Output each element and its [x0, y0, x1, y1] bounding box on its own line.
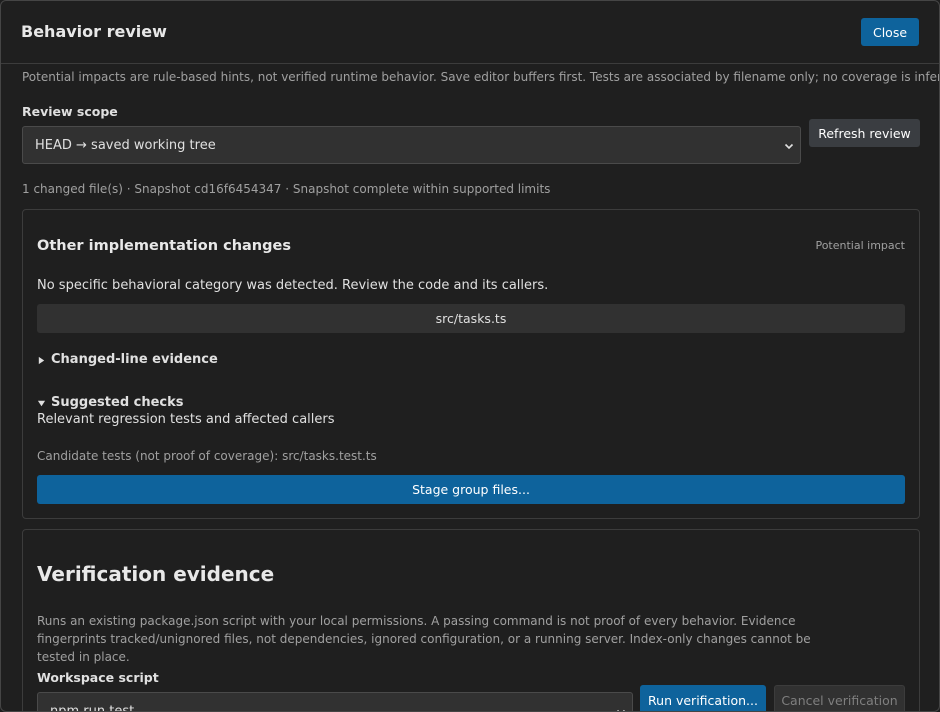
candidate-tests-text: Candidate tests (not proof of coverage):…	[37, 449, 377, 463]
refresh-review-button[interactable]: Refresh review	[809, 119, 920, 147]
snapshot-status: 1 changed file(s) · Snapshot cd16f645434…	[22, 182, 551, 196]
workspace-script-label: Workspace script	[37, 670, 159, 685]
impact-group-card: Other implementation changes Potential i…	[22, 209, 920, 519]
triangle-right-icon	[38, 356, 45, 364]
review-scope-value: HEAD → saved working tree	[35, 137, 216, 153]
close-button[interactable]: Close	[861, 18, 919, 46]
suggested-checks-text: Relevant regression tests and affected c…	[37, 412, 335, 427]
triangle-down-icon	[37, 400, 46, 406]
group-title: Other implementation changes	[37, 238, 291, 254]
checks-summary-label: Suggested checks	[51, 395, 184, 410]
file-chip[interactable]: src/tasks.ts	[37, 304, 905, 333]
stage-group-files-button[interactable]: Stage group files...	[37, 475, 905, 504]
review-scope-label: Review scope	[22, 104, 118, 119]
workspace-script-select[interactable]: npm run test	[37, 692, 633, 712]
notice-text: Potential impacts are rule-based hints, …	[22, 70, 940, 84]
evidence-summary-label: Changed-line evidence	[51, 352, 218, 367]
verification-card: Verification evidence Runs an existing p…	[22, 529, 920, 712]
chevron-down-icon	[616, 706, 626, 711]
behavior-review-dialog: Behavior review Close Potential impacts …	[0, 0, 940, 712]
dialog-header: Behavior review Close	[1, 1, 939, 64]
verification-description: Runs an existing package.json script wit…	[37, 614, 811, 664]
group-description: No specific behavioral category was dete…	[37, 278, 549, 293]
review-scope-select[interactable]: HEAD → saved working tree	[22, 126, 801, 164]
workspace-script-value: npm run test	[50, 703, 135, 712]
suggested-checks-toggle[interactable]: Suggested checks	[37, 395, 184, 411]
verification-title: Verification evidence	[37, 562, 275, 586]
dialog-title: Behavior review	[21, 22, 167, 41]
changed-line-evidence-toggle[interactable]: Changed-line evidence	[37, 352, 218, 368]
chevron-down-icon	[784, 140, 794, 150]
run-verification-button[interactable]: Run verification...	[640, 685, 766, 711]
cancel-verification-button[interactable]: Cancel verification	[774, 685, 905, 711]
impact-badge: Potential impact	[815, 239, 905, 252]
